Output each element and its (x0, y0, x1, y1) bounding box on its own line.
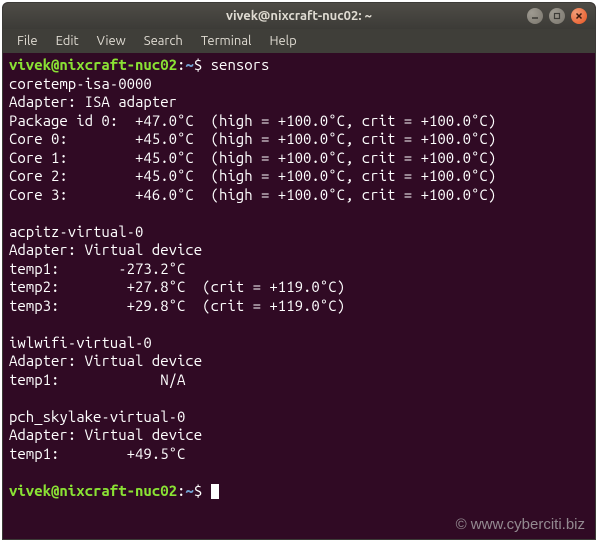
close-icon (575, 12, 583, 20)
prompt-sep2: $ (194, 56, 211, 73)
terminal-body[interactable]: vivek@nixcraft-nuc02:~$ sensors coretemp… (3, 53, 595, 539)
prompt-userhost: vivek@nixcraft-nuc02 (9, 56, 177, 73)
watermark: © www.cyberciti.biz (456, 516, 585, 533)
menu-view[interactable]: View (89, 32, 134, 50)
prompt-path: ~ (185, 56, 193, 73)
menu-help[interactable]: Help (261, 32, 304, 50)
window-controls (527, 8, 587, 24)
prompt-userhost: vivek@nixcraft-nuc02 (9, 482, 177, 499)
output-line: Core 2: +45.0°C (high = +100.0°C, crit =… (9, 167, 496, 184)
window-title: vivek@nixcraft-nuc02: ~ (11, 9, 587, 23)
menubar: File Edit View Search Terminal Help (3, 29, 595, 53)
menu-search[interactable]: Search (136, 32, 191, 50)
output-line: temp2: +27.8°C (crit = +119.0°C) (9, 278, 345, 295)
menu-edit[interactable]: Edit (48, 32, 87, 50)
maximize-icon (553, 12, 561, 20)
output-line: Adapter: Virtual device (9, 352, 202, 369)
output-line: Core 0: +45.0°C (high = +100.0°C, crit =… (9, 130, 496, 147)
prompt-path: ~ (185, 482, 193, 499)
minimize-button[interactable] (527, 8, 543, 24)
titlebar: vivek@nixcraft-nuc02: ~ (3, 3, 595, 29)
menu-file[interactable]: File (9, 32, 46, 50)
output-line: coretemp-isa-0000 (9, 75, 152, 92)
command-text: sensors (211, 56, 270, 73)
prompt-sep2: $ (194, 482, 211, 499)
output-line: Adapter: Virtual device (9, 426, 202, 443)
output-line: acpitz-virtual-0 (9, 223, 143, 240)
output-line: iwlwifi-virtual-0 (9, 334, 152, 351)
output-line: Package id 0: +47.0°C (high = +100.0°C, … (9, 112, 496, 129)
output-line: temp1: -273.2°C (9, 260, 185, 277)
output-line: Adapter: ISA adapter (9, 93, 177, 110)
output-line: pch_skylake-virtual-0 (9, 408, 185, 425)
output-line: Adapter: Virtual device (9, 241, 202, 258)
terminal-window: vivek@nixcraft-nuc02: ~ File Edit View S… (2, 2, 596, 540)
output-line: temp3: +29.8°C (crit = +119.0°C) (9, 297, 345, 314)
maximize-button[interactable] (549, 8, 565, 24)
output-line: temp1: +49.5°C (9, 445, 185, 462)
output-line: Core 3: +46.0°C (high = +100.0°C, crit =… (9, 186, 496, 203)
menu-terminal[interactable]: Terminal (193, 32, 260, 50)
output-line: temp1: N/A (9, 371, 185, 388)
minimize-icon (531, 12, 539, 20)
close-button[interactable] (571, 8, 587, 24)
cursor (211, 484, 219, 499)
output-line: Core 1: +45.0°C (high = +100.0°C, crit =… (9, 149, 496, 166)
